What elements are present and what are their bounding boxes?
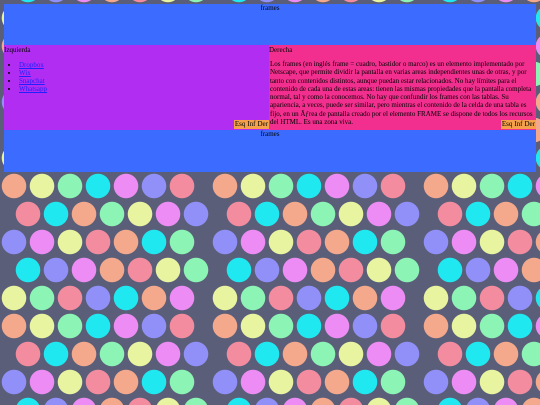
bottom-frame: frames [4, 130, 536, 172]
right-pane-buttons: Esq Inf Der [500, 120, 536, 129]
right-pane-text: Los frames (en inglés frame = cuadro, ba… [270, 60, 533, 127]
esq-button[interactable]: Esq [500, 120, 514, 129]
esq-button[interactable]: Esq [233, 120, 247, 129]
left-pane-buttons: Esq Inf Der [233, 120, 269, 129]
der-button[interactable]: Der [256, 120, 269, 129]
link-snapchat[interactable]: Snapchat [19, 77, 45, 85]
link-dropbox[interactable]: Dropbox [19, 61, 44, 69]
bottom-frame-label: frames [260, 130, 280, 138]
right-pane-title: Derecha [269, 46, 293, 54]
link-wix[interactable]: Wix [19, 69, 31, 77]
link-whatsapp[interactable]: Whatsapp [19, 85, 47, 93]
left-pane-title: Izquierda [4, 46, 31, 54]
der-button[interactable]: Der [523, 120, 536, 129]
top-frame: frames [4, 4, 536, 45]
left-pane: Izquierda Dropbox Wix Snapchat Whatsapp … [4, 45, 269, 130]
list-item: Whatsapp [19, 85, 269, 93]
list-item: Snapchat [19, 77, 269, 85]
inf-button[interactable]: Inf [246, 120, 257, 129]
link-list: Dropbox Wix Snapchat Whatsapp [4, 61, 269, 93]
right-pane: Derecha Los frames (en inglés frame = cu… [269, 45, 536, 130]
inf-button[interactable]: Inf [513, 120, 524, 129]
list-item: Dropbox [19, 61, 269, 69]
top-frame-label: frames [260, 4, 280, 12]
list-item: Wix [19, 69, 269, 77]
